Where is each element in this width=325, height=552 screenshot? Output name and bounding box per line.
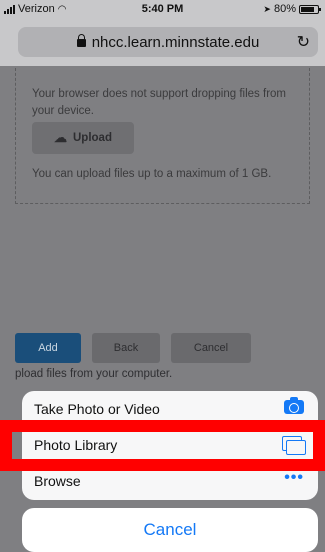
location-icon: ➤ (263, 3, 271, 14)
status-right: ➤ 80% (263, 3, 321, 15)
status-bar: Verizon ◠ 5:40 PM ➤ 80% (0, 0, 325, 20)
upload-label: Upload (73, 132, 112, 144)
file-drop-zone: Your browser does not support dropping f… (15, 68, 310, 204)
camera-icon (284, 397, 304, 414)
battery-percent: 80% (273, 3, 296, 15)
option-label: Take Photo or Video (34, 401, 160, 417)
page-cancel-button[interactable]: Cancel (171, 333, 251, 363)
add-button[interactable]: Add (15, 333, 81, 363)
reload-icon[interactable]: ↻ (297, 32, 310, 52)
back-button[interactable]: Back (92, 333, 160, 363)
highlight-box (0, 420, 325, 471)
drop-message: Your browser does not support dropping f… (32, 88, 286, 117)
browser-toolbar: nhcc.learn.minnstate.edu ↻ (0, 20, 325, 66)
upload-button[interactable]: ☁ Upload (32, 122, 134, 154)
upload-limit-text: You can upload files up to a maximum of … (32, 168, 272, 180)
more-dots-icon: ••• (284, 469, 304, 486)
battery-icon (299, 4, 321, 14)
upload-cloud-icon: ☁ (54, 130, 67, 145)
action-sheet-cancel-button[interactable]: Cancel (22, 508, 318, 552)
lock-icon (76, 34, 86, 47)
upload-hint-text: pload files from your computer. (15, 368, 173, 380)
address-bar[interactable]: nhcc.learn.minnstate.edu ↻ (18, 27, 318, 57)
url-text: nhcc.learn.minnstate.edu (91, 34, 260, 51)
option-label: Browse (34, 473, 81, 489)
